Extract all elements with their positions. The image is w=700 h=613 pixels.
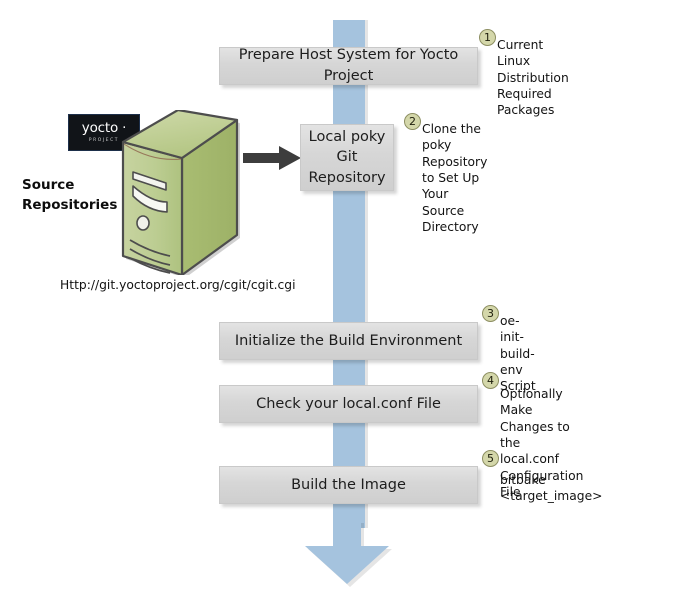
callout-text: bitbake <target_image> — [500, 473, 603, 504]
callout-number-badge: 2 — [404, 113, 421, 130]
callout-text: oe-init-build-env Script — [500, 314, 536, 394]
step-box-label: Local poky Git Repository — [308, 128, 386, 186]
clone-arrow-icon — [243, 146, 301, 170]
repository-url: Http://git.yoctoproject.org/cgit/cgit.cg… — [60, 278, 296, 292]
step-box-local-poky-git-repository[interactable]: Local poky Git Repository — [300, 124, 394, 191]
callout-number-badge: 1 — [479, 29, 496, 46]
step-box-label: Build the Image — [291, 476, 406, 493]
callout-text: Clone the poky Repository to Set Up Your… — [422, 122, 488, 235]
flow-arrow-down-icon — [305, 520, 392, 587]
step-box-build-the-image[interactable]: Build the Image — [219, 466, 478, 504]
callout-number-badge: 5 — [482, 450, 499, 467]
step-box-label: Check your local.conf File — [256, 395, 441, 412]
step-box-label: Prepare Host System for Yocto Project — [238, 47, 459, 84]
step-box-initialize-build-environment[interactable]: Initialize the Build Environment — [219, 322, 478, 360]
server-tower-icon — [121, 110, 240, 275]
callout-number-badge: 3 — [482, 305, 499, 322]
callout-number-badge: 4 — [482, 372, 499, 389]
flow-spine — [333, 20, 365, 528]
step-box-check-local-conf[interactable]: Check your local.conf File — [219, 385, 478, 423]
step-box-label: Initialize the Build Environment — [234, 332, 463, 349]
yocto-development-flow-diagram: Prepare Host System for Yocto Project 1 … — [0, 0, 700, 613]
step-box-prepare-host-system[interactable]: Prepare Host System for Yocto Project — [219, 47, 478, 85]
callout-text: Current Linux Distribution Required Pack… — [497, 38, 569, 118]
source-repositories-text: Source Repositories — [22, 177, 118, 213]
logo-subtitle: PROJECT — [88, 138, 120, 143]
